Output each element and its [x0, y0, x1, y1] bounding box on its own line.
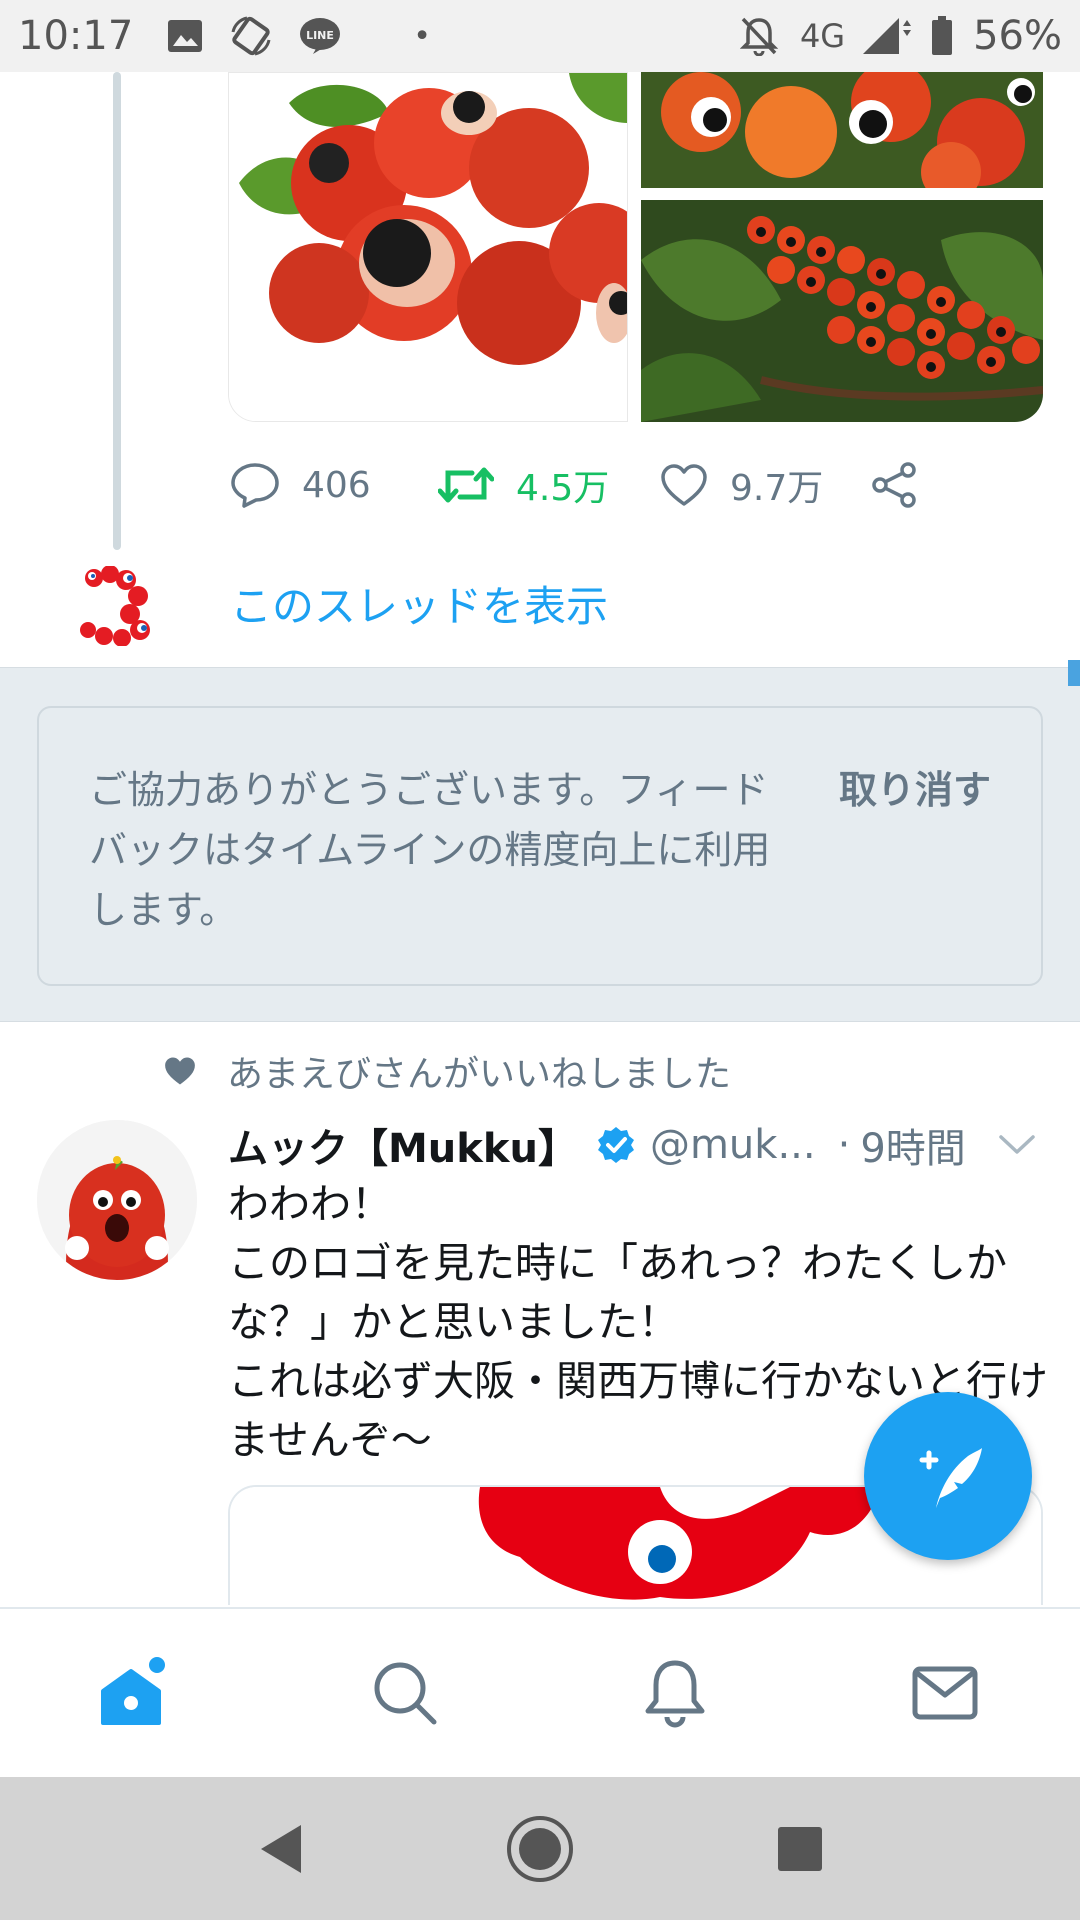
feedback-message: ご協力ありがとうございます。フィードバックはタイムラインの精度向上に利用します。	[89, 768, 771, 932]
nav-messages[interactable]	[885, 1633, 1005, 1753]
bottom-navigation	[0, 1607, 1080, 1777]
retweet-button[interactable]: 4.5万	[438, 459, 660, 511]
media-grid	[228, 72, 1043, 422]
status-dot: •	[413, 18, 431, 54]
system-navigation-bar	[0, 1777, 1080, 1920]
nav-search[interactable]	[345, 1633, 465, 1753]
share-button[interactable]	[870, 462, 918, 508]
reply-count: 406	[302, 464, 371, 506]
status-time: 10:17	[18, 13, 134, 59]
status-bar: 10:17 LINE • 4G 56%	[0, 0, 1080, 72]
home-circle-icon	[507, 1815, 573, 1882]
tweet-author-avatar[interactable]	[37, 1120, 197, 1280]
media-photo-guarana-top[interactable]	[641, 72, 1043, 188]
home-icon	[101, 1657, 165, 1725]
notifications-muted-icon	[739, 16, 778, 56]
notifications-icon	[645, 1660, 705, 1728]
like-button[interactable]: 9.7万	[660, 459, 870, 511]
sync-icon	[229, 14, 273, 58]
back-triangle-icon	[261, 1824, 301, 1873]
nav-home[interactable]	[75, 1633, 195, 1753]
feedback-card: ご協力ありがとうございます。フィードバックはタイムラインの精度向上に利用します。…	[37, 706, 1043, 986]
compose-tweet-button[interactable]	[864, 1392, 1032, 1560]
show-thread-link[interactable]: このスレッドを表示	[230, 573, 608, 634]
like-count: 9.7万	[730, 468, 824, 509]
svg-text:LINE: LINE	[306, 29, 334, 42]
retweet-icon	[438, 467, 494, 503]
retweet-count: 4.5万	[516, 468, 610, 509]
battery-icon	[931, 16, 953, 56]
system-recents-button[interactable]	[745, 1794, 855, 1904]
undo-button[interactable]: 取り消す	[839, 760, 991, 820]
heart-filled-icon	[165, 1057, 195, 1085]
network-type: 4G	[799, 17, 846, 55]
heart-icon	[661, 464, 707, 506]
compose-quill-icon	[919, 1448, 982, 1508]
header-separator: ·	[837, 1122, 851, 1168]
social-context-text: あまえびさんがいいねしました	[227, 1054, 732, 1095]
thread-line	[113, 72, 121, 550]
battery-level: 56%	[973, 13, 1062, 59]
tweet-header: ムック【Mukku】 @muk... · 9時間	[228, 1112, 1048, 1178]
signal-icon	[861, 16, 912, 56]
verified-badge-icon	[596, 1125, 636, 1165]
messages-icon	[912, 1666, 978, 1720]
tweet-timestamp[interactable]: 9時間	[860, 1116, 965, 1174]
search-icon	[374, 1662, 437, 1725]
tweet-actions: 406 4.5万 9.7万	[230, 455, 930, 515]
recents-square-icon	[778, 1826, 822, 1871]
image-icon	[167, 19, 203, 53]
scroll-indicator	[1068, 660, 1080, 686]
reply-button[interactable]: 406	[230, 462, 438, 508]
chevron-down-icon[interactable]	[998, 1133, 1036, 1157]
share-icon	[872, 462, 916, 508]
thread-author-avatar[interactable]	[80, 565, 160, 647]
feedback-section: ご協力ありがとうございます。フィードバックはタイムラインの精度向上に利用します。…	[0, 667, 1080, 1022]
system-home-button[interactable]	[485, 1794, 595, 1904]
nav-notifications[interactable]	[615, 1633, 735, 1753]
reply-icon	[231, 463, 279, 508]
author-name[interactable]: ムック【Mukku】	[228, 1116, 578, 1174]
author-handle: @muk...	[649, 1122, 816, 1168]
system-back-button[interactable]	[225, 1794, 335, 1904]
social-context: あまえびさんがいいねしました	[163, 1045, 731, 1097]
media-photo-guarana-closeup[interactable]	[228, 72, 628, 422]
media-photo-guarana-cluster[interactable]	[641, 200, 1043, 422]
line-app-icon: LINE	[299, 17, 341, 55]
